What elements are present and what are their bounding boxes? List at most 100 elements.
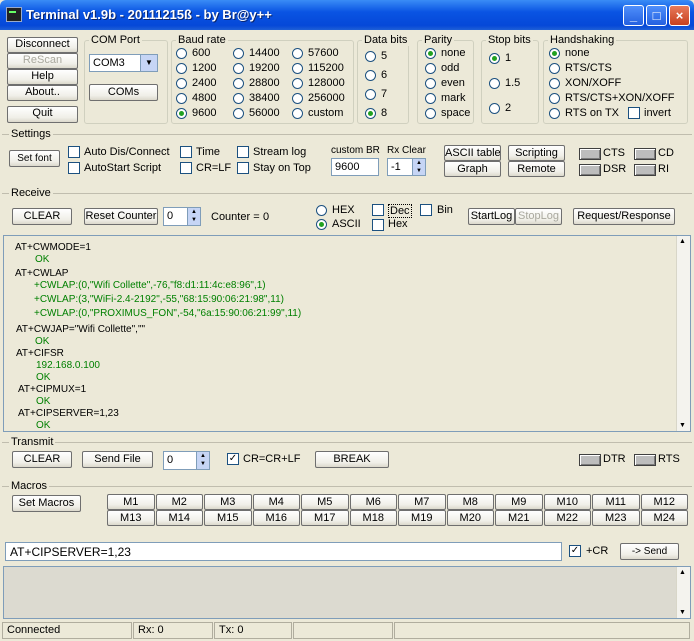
macro-button-m14[interactable]: M14: [155, 510, 203, 526]
data-bits-radio-6[interactable]: [365, 70, 376, 81]
macro-button-m5[interactable]: M5: [301, 494, 349, 510]
stay-on-top-checkbox[interactable]: [237, 162, 249, 174]
baud-radio-28800[interactable]: [233, 78, 244, 89]
macro-button-m16[interactable]: M16: [252, 510, 300, 526]
close-button[interactable]: ×: [669, 5, 690, 26]
macro-button-m7[interactable]: M7: [398, 494, 446, 510]
macro-button-m13[interactable]: M13: [107, 510, 155, 526]
cr-lf-checkbox[interactable]: [180, 162, 192, 174]
baud-radio-256000[interactable]: [292, 93, 303, 104]
bottom-scroll-up-icon[interactable]: ▲: [679, 569, 686, 576]
baud-radio-1200[interactable]: [176, 63, 187, 74]
invert-checkbox[interactable]: [628, 107, 640, 119]
macro-button-m2[interactable]: M2: [155, 494, 203, 510]
stoplog-button[interactable]: StopLog: [515, 208, 562, 225]
macro-button-m19[interactable]: M19: [398, 510, 446, 526]
ascii-radio[interactable]: [316, 219, 327, 230]
rescan-button[interactable]: ReScan: [7, 53, 78, 69]
chevron-down-icon[interactable]: ▼: [140, 55, 157, 71]
send-file-button[interactable]: Send File: [82, 451, 153, 468]
data-bits-radio-5[interactable]: [365, 51, 376, 62]
disconnect-button[interactable]: Disconnect: [7, 37, 78, 53]
request-response-button[interactable]: Request/Response: [573, 208, 675, 225]
data-bits-radio-8[interactable]: [365, 108, 376, 119]
handshaking-radio-rts-cts[interactable]: [549, 63, 560, 74]
baud-radio-128000[interactable]: [292, 78, 303, 89]
remote-button[interactable]: Remote: [508, 161, 565, 177]
auto-dis-connect-checkbox[interactable]: [68, 146, 80, 158]
quit-button[interactable]: Quit: [7, 106, 78, 123]
parity-radio-none[interactable]: [425, 48, 436, 59]
handshaking-radio-rts-cts-xon-xoff[interactable]: [549, 93, 560, 104]
rx-clear-spinner-icon[interactable]: ▲ ▼: [412, 159, 425, 175]
startlog-button[interactable]: StartLog: [468, 208, 515, 225]
receive-terminal[interactable]: AT+CWMODE=1 OK AT+CWLAP +CWLAP:(0,"Wifi Col…: [3, 235, 691, 432]
macro-button-m23[interactable]: M23: [592, 510, 640, 526]
minimize-button[interactable]: _: [623, 5, 644, 26]
baud-radio-4800[interactable]: [176, 93, 187, 104]
scripting-button[interactable]: Scripting: [508, 145, 565, 161]
transmit-clear-button[interactable]: CLEAR: [12, 451, 72, 468]
bin-checkbox[interactable]: [420, 204, 432, 216]
break-button[interactable]: BREAK: [315, 451, 389, 468]
counter-spinner-icon[interactable]: ▲ ▼: [187, 208, 200, 225]
autostart-script-checkbox[interactable]: [68, 162, 80, 174]
macro-button-m10[interactable]: M10: [543, 494, 591, 510]
parity-radio-space[interactable]: [425, 108, 436, 119]
scroll-down-icon[interactable]: ▼: [679, 422, 686, 429]
time-checkbox[interactable]: [180, 146, 192, 158]
handshaking-radio-xon-xoff[interactable]: [549, 78, 560, 89]
macro-button-m1[interactable]: M1: [107, 494, 155, 510]
parity-radio-mark[interactable]: [425, 93, 436, 104]
help-button[interactable]: Help: [7, 69, 78, 85]
macro-button-m18[interactable]: M18: [349, 510, 397, 526]
macro-button-m20[interactable]: M20: [446, 510, 494, 526]
baud-radio-56000[interactable]: [233, 108, 244, 119]
baud-radio-38400[interactable]: [233, 93, 244, 104]
graph-button[interactable]: Graph: [444, 161, 501, 177]
stop-bits-radio-1[interactable]: [489, 53, 500, 64]
receive-clear-button[interactable]: CLEAR: [12, 208, 72, 225]
macro-button-m11[interactable]: M11: [592, 494, 640, 510]
dec-checkbox[interactable]: [372, 204, 384, 216]
baud-radio-115200[interactable]: [292, 63, 303, 74]
parity-radio-even[interactable]: [425, 78, 436, 89]
scroll-up-icon[interactable]: ▲: [679, 238, 686, 245]
terminal-scrollbar[interactable]: ▲ ▼: [676, 236, 690, 431]
macro-button-m8[interactable]: M8: [446, 494, 494, 510]
macro-button-m6[interactable]: M6: [349, 494, 397, 510]
plus-cr-checkbox[interactable]: ✓: [569, 545, 581, 557]
transmit-spinner-icon[interactable]: ▲ ▼: [196, 452, 209, 469]
reset-counter-button[interactable]: Reset Counter: [84, 208, 158, 225]
ascii-table-button[interactable]: ASCII table: [444, 145, 501, 161]
macro-button-m15[interactable]: M15: [204, 510, 252, 526]
about-button[interactable]: About..: [7, 85, 78, 101]
macro-button-m21[interactable]: M21: [495, 510, 543, 526]
macro-button-m3[interactable]: M3: [204, 494, 252, 510]
hex-checkbox[interactable]: [372, 219, 384, 231]
baud-radio-19200[interactable]: [233, 63, 244, 74]
macro-button-m22[interactable]: M22: [543, 510, 591, 526]
baud-radio-57600[interactable]: [292, 48, 303, 59]
macro-button-m24[interactable]: M24: [640, 510, 688, 526]
bottom-scroll-down-icon[interactable]: ▼: [679, 609, 686, 616]
coms-button[interactable]: COMs: [89, 84, 158, 101]
baud-radio-14400[interactable]: [233, 48, 244, 59]
baud-radio-9600[interactable]: [176, 108, 187, 119]
bottom-output-area[interactable]: ▲ ▼: [3, 566, 691, 619]
baud-radio-600[interactable]: [176, 48, 187, 59]
stop-bits-radio-1.5[interactable]: [489, 78, 500, 89]
send-input[interactable]: AT+CIPSERVER=1,23: [5, 542, 562, 561]
handshaking-radio-none[interactable]: [549, 48, 560, 59]
macro-button-m12[interactable]: M12: [640, 494, 688, 510]
send-button[interactable]: -> Send: [620, 543, 679, 560]
baud-radio-2400[interactable]: [176, 78, 187, 89]
parity-radio-odd[interactable]: [425, 63, 436, 74]
stream-log-checkbox[interactable]: [237, 146, 249, 158]
macro-button-m4[interactable]: M4: [252, 494, 300, 510]
set-font-button[interactable]: Set font: [9, 150, 60, 167]
macro-button-m9[interactable]: M9: [495, 494, 543, 510]
cr-crlf-checkbox[interactable]: ✓: [227, 453, 239, 465]
custom-br-input[interactable]: 9600: [331, 158, 379, 176]
set-macros-button[interactable]: Set Macros: [12, 495, 81, 512]
